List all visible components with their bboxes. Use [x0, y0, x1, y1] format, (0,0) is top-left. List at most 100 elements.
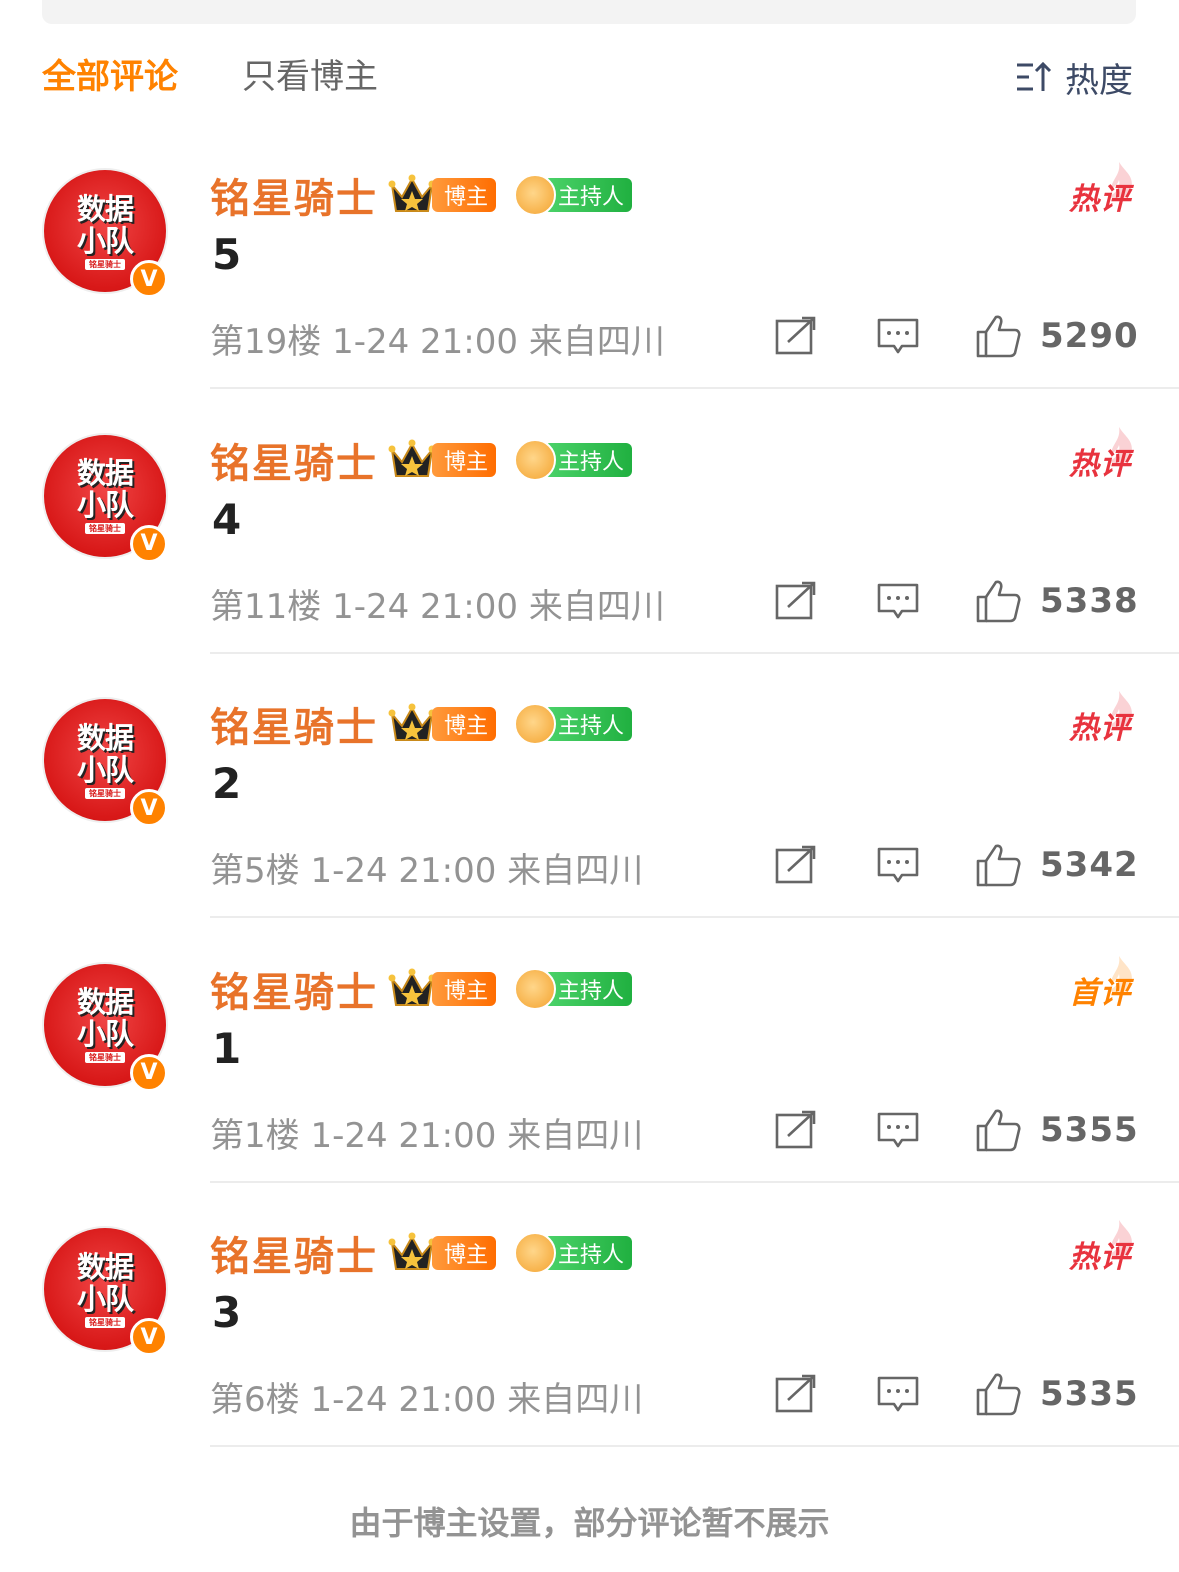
host-badge-label: 主持人 [544, 707, 633, 741]
avatar-text-line3: 铭星骑士 [85, 1316, 125, 1328]
comment-icon [877, 318, 919, 354]
divider [210, 1180, 1179, 1183]
thumbs-up-icon [976, 315, 1021, 358]
like-button[interactable]: 5355 [974, 1108, 1139, 1152]
crown-icon [388, 968, 436, 1006]
avatar-text-line1: 数据 [76, 985, 134, 1019]
divider [210, 387, 1179, 389]
like-count: 5338 [1040, 580, 1139, 621]
like-count: 5355 [1040, 1109, 1139, 1150]
host-badge: 主持人 [514, 174, 633, 216]
comment-item: 数据 小队 铭星骑士 V 铭星骑士 博主 主持人 热评 [0, 1204, 1179, 1468]
comment-item: 数据 小队 铭星骑士 V 铭星骑士 博主 主持人 热评 [0, 411, 1179, 675]
divider [210, 916, 1179, 918]
comment-item: 数据 小队 铭星骑士 V 铭星骑士 博主 主持人 热评 [0, 146, 1179, 410]
host-badge-label: 主持人 [544, 971, 633, 1006]
comment-icon [877, 583, 919, 618]
thumbs-up-icon [976, 1109, 1021, 1151]
comment-meta: 第19楼 1-24 21:00 来自四川 [210, 322, 665, 362]
repost-button[interactable] [774, 579, 818, 623]
tab-all-comments[interactable]: 全部评论 [42, 50, 178, 104]
avatar-text-line1: 数据 [76, 1249, 134, 1284]
avatar[interactable]: 数据 小队 铭星骑士 V [42, 432, 168, 563]
avatar-text-line2: 小队 [76, 752, 134, 787]
blogger-badge: 博主 [432, 707, 497, 741]
edit-repost-icon [775, 316, 816, 355]
avatar-text-line3: 铭星骑士 [85, 1052, 125, 1063]
like-count: 5342 [1040, 845, 1139, 885]
avatar-text-line3: 铭星骑士 [85, 787, 125, 799]
avatar-text-line2: 小队 [76, 1017, 134, 1051]
thumbs-up-icon [976, 1373, 1021, 1416]
host-badge-label: 主持人 [544, 1236, 633, 1270]
comment-meta: 第1楼 1-24 21:00 来自四川 [210, 1115, 644, 1156]
repost-button[interactable] [774, 1108, 818, 1152]
hot-comment-tag: 热评 [1069, 426, 1132, 483]
repost-button[interactable] [774, 843, 818, 887]
host-emoji-icon [514, 438, 557, 481]
reply-button[interactable] [876, 314, 920, 358]
repost-button[interactable] [774, 314, 818, 358]
username[interactable]: 铭星骑士 [210, 1224, 378, 1282]
avatar-text-line1: 数据 [76, 191, 134, 226]
blogger-badge: 博主 [432, 442, 497, 477]
thumbs-up-icon [976, 844, 1021, 887]
sort-button[interactable]: 热度 [1015, 50, 1133, 104]
hot-comment-tag: 热评 [1069, 1220, 1132, 1276]
edit-repost-icon [775, 581, 816, 619]
comment-content: 1 [212, 1023, 242, 1073]
avatar[interactable]: 数据 小队 铭星骑士 V [42, 168, 168, 298]
divider [210, 1445, 1179, 1447]
crown-icon [388, 1232, 436, 1270]
avatar-text-line2: 小队 [76, 223, 134, 258]
comment-meta: 第6楼 1-24 21:00 来自四川 [210, 1380, 644, 1420]
verified-badge-icon: V [130, 789, 168, 827]
footer-note: 由于博主设置，部分评论暂不展示 [349, 1504, 830, 1542]
comment-meta: 第11楼 1-24 21:00 来自四川 [210, 586, 665, 627]
reply-button[interactable] [876, 579, 920, 623]
edit-repost-icon [775, 1110, 816, 1148]
avatar[interactable]: 数据 小队 铭星骑士 V [42, 1226, 168, 1356]
avatar-text-line1: 数据 [76, 720, 134, 755]
blogger-badge: 博主 [432, 971, 497, 1006]
avatar-text-line2: 小队 [76, 1281, 134, 1316]
reply-button[interactable] [876, 1108, 920, 1152]
flame-icon [1109, 1220, 1132, 1258]
avatar-text-line1: 数据 [76, 456, 134, 490]
sort-icon [1017, 61, 1052, 91]
thumbs-up-icon [976, 580, 1021, 622]
like-button[interactable]: 5335 [974, 1372, 1139, 1416]
username[interactable]: 铭星骑士 [210, 166, 378, 224]
flame-icon [1109, 955, 1132, 993]
host-badge: 主持人 [514, 1232, 633, 1274]
flame-icon [1109, 426, 1132, 464]
like-button[interactable]: 5290 [974, 314, 1139, 358]
like-button[interactable]: 5338 [974, 579, 1139, 623]
avatar[interactable]: 数据 小队 铭星骑士 V [42, 961, 168, 1092]
reply-button[interactable] [876, 1372, 920, 1416]
reply-button[interactable] [876, 843, 920, 887]
blogger-badge: 博主 [432, 1236, 497, 1270]
comment-icon [877, 1376, 919, 1412]
username[interactable]: 铭星骑士 [210, 431, 378, 489]
like-button[interactable]: 5342 [974, 843, 1139, 887]
username[interactable]: 铭星骑士 [210, 695, 378, 753]
top-bar [42, 0, 1136, 24]
like-count: 5290 [1040, 316, 1139, 356]
comment-icon [877, 1112, 919, 1147]
crown-icon [388, 439, 436, 477]
flame-icon [1109, 691, 1132, 729]
host-badge-label: 主持人 [544, 178, 633, 212]
repost-button[interactable] [774, 1372, 818, 1416]
host-emoji-icon [514, 967, 557, 1010]
name-row: 铭星骑士 博主 主持人 [210, 170, 633, 222]
comment-content: 5 [212, 230, 242, 279]
tab-blogger-only[interactable]: 只看博主 [242, 50, 378, 104]
host-emoji-icon [514, 1232, 557, 1274]
verified-badge-icon: V [130, 1053, 168, 1092]
flame-icon [1109, 162, 1132, 200]
avatar[interactable]: 数据 小队 铭星骑士 V [42, 697, 168, 827]
username[interactable]: 铭星骑士 [210, 960, 378, 1018]
comment-filter-bar: 全部评论 只看博主 热度 [0, 50, 1179, 104]
verified-badge-icon: V [130, 1318, 168, 1356]
